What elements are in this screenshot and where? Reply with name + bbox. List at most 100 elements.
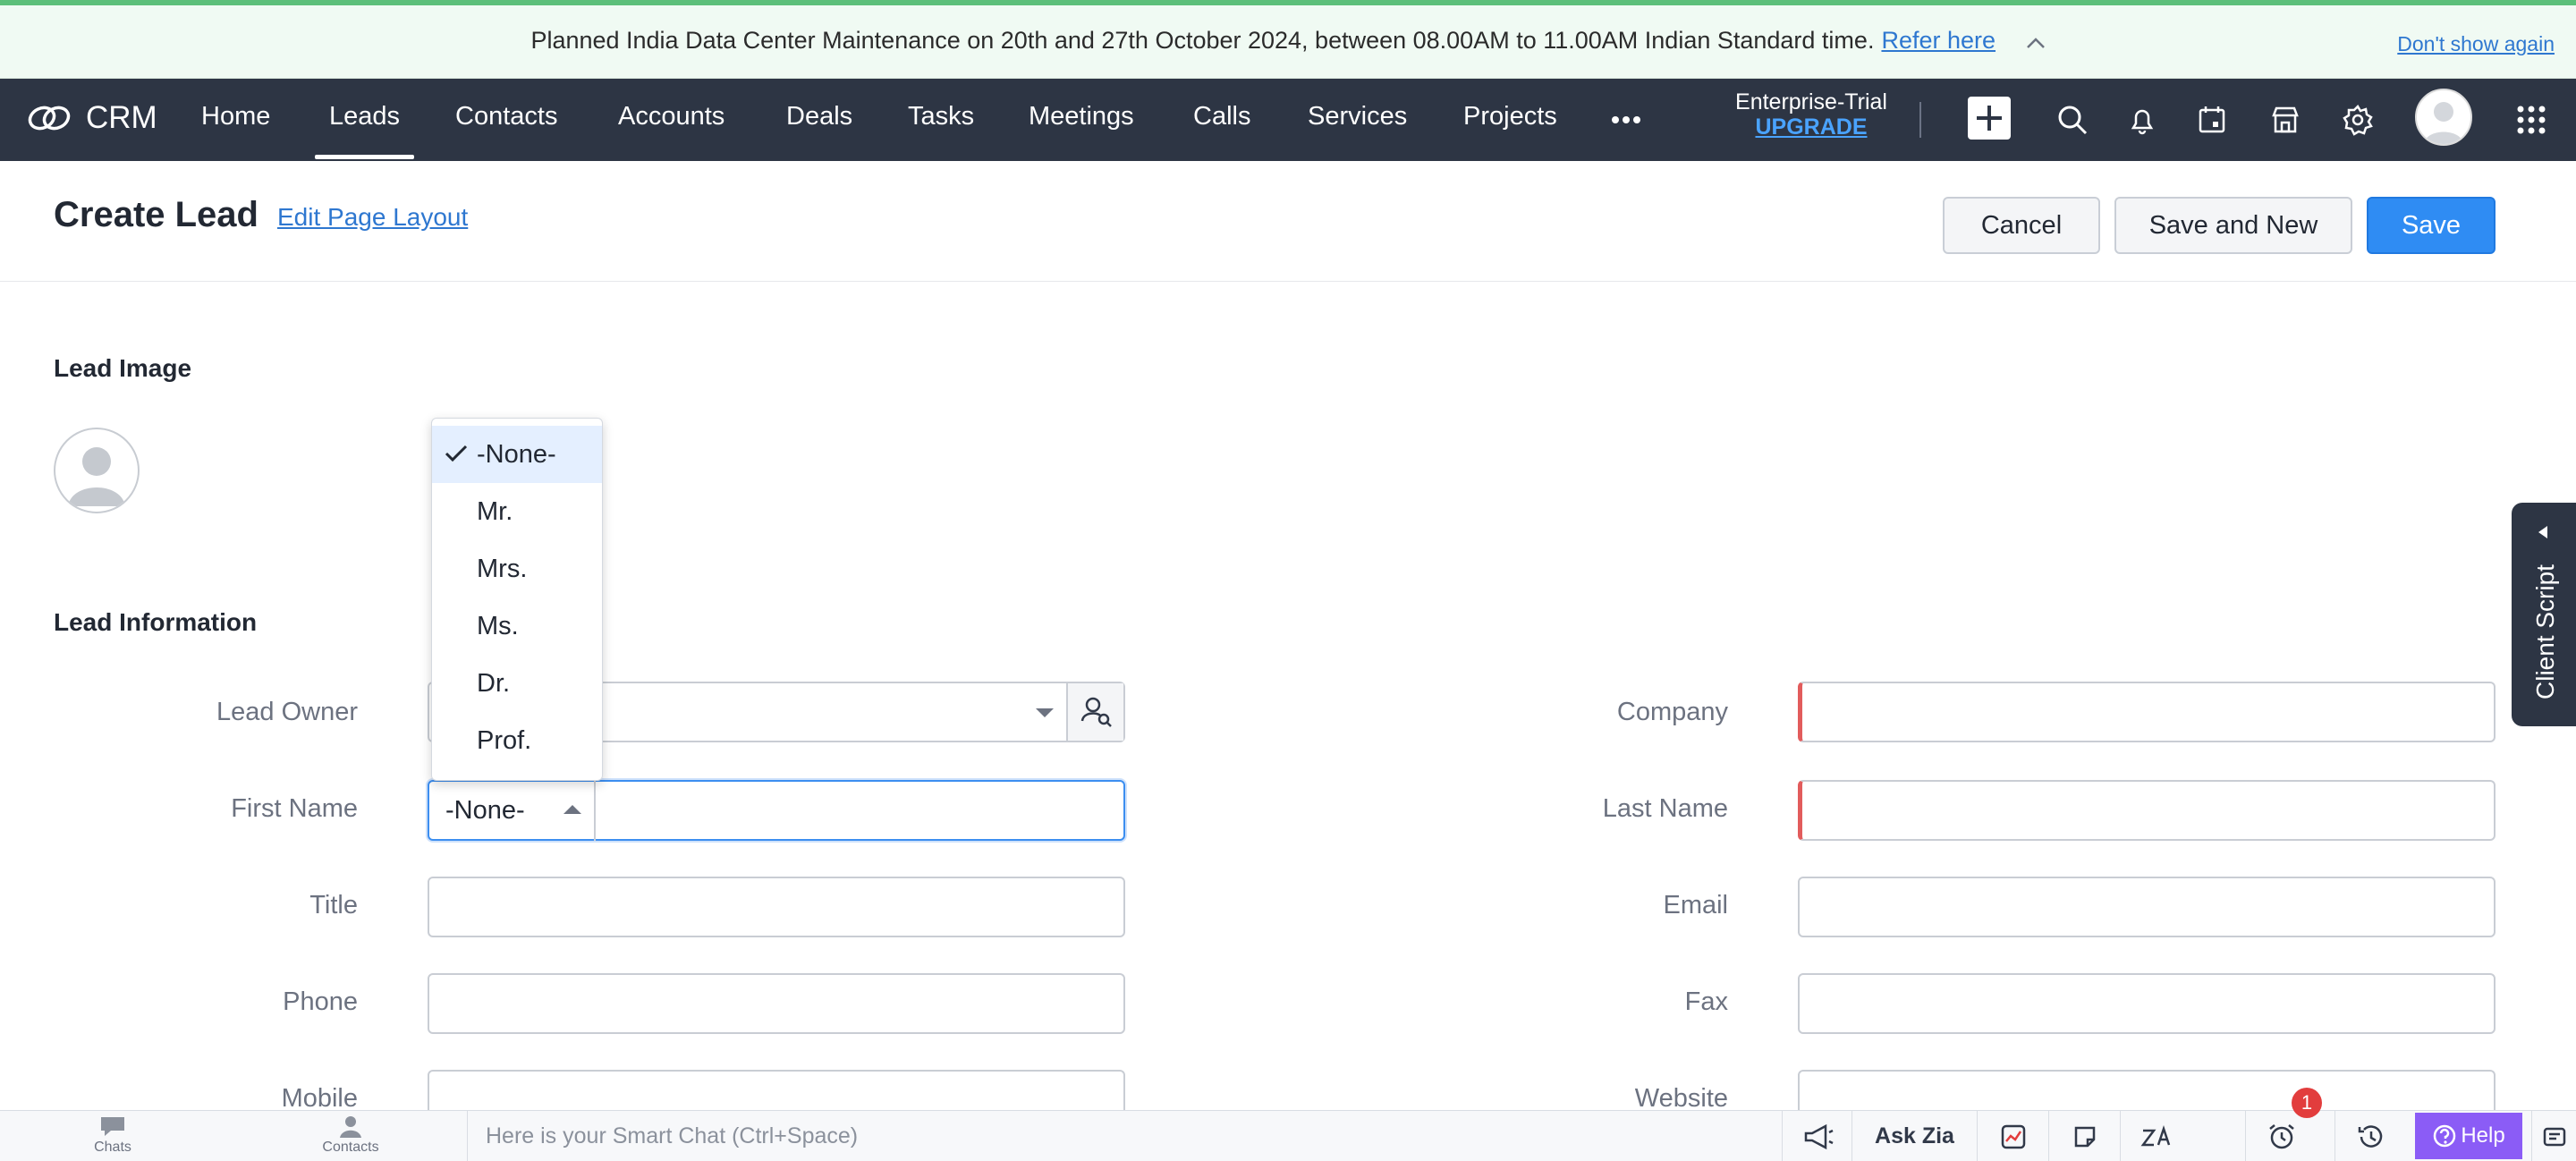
nav-meetings[interactable]: Meetings [1029, 102, 1134, 131]
title-input[interactable] [428, 877, 1125, 937]
chats-label: Chats [94, 1140, 131, 1155]
phone-label: Phone [283, 987, 358, 1016]
nav-home[interactable]: Home [201, 102, 270, 131]
banner-message-row: Planned India Data Center Maintenance on… [0, 27, 2576, 55]
history-icon [2358, 1124, 2382, 1148]
client-script-tab[interactable]: Client Script [2512, 503, 2576, 726]
nav-tasks[interactable]: Tasks [908, 102, 974, 131]
contacts-button[interactable]: Contacts [306, 1114, 395, 1156]
zia-icon [2140, 1124, 2170, 1146]
user-avatar-icon [2424, 102, 2463, 144]
lead-owner-label: Lead Owner [216, 698, 358, 726]
zia-button[interactable] [2120, 1111, 2191, 1161]
first-name-label: First Name [231, 794, 358, 823]
upgrade-link[interactable]: UPGRADE [1731, 114, 1892, 140]
salutation-option[interactable]: Mr. [432, 483, 602, 540]
refer-here-link[interactable]: Refer here [1881, 27, 1996, 54]
contacts-label: Contacts [322, 1140, 379, 1155]
salutation-value: -None- [445, 796, 525, 825]
ask-zia-button[interactable]: Ask Zia [1852, 1111, 1977, 1161]
caret-up-icon [564, 805, 581, 814]
contacts-icon [340, 1116, 361, 1138]
salutation-option-label: Mrs. [477, 555, 528, 583]
salutation-option-label: Prof. [477, 726, 532, 755]
salutation-option-label: Dr. [477, 669, 511, 698]
calendar-icon[interactable] [2194, 102, 2230, 138]
user-avatar[interactable] [2415, 89, 2472, 146]
user-lookup-button[interactable] [1066, 683, 1123, 741]
chats-button[interactable]: Chats [68, 1114, 157, 1156]
bell-icon[interactable] [2124, 102, 2160, 138]
reminders-button[interactable] [2245, 1111, 2317, 1161]
caret-down-icon [1036, 708, 1054, 717]
fax-label: Fax [1684, 987, 1728, 1016]
apps-grid-icon[interactable] [2513, 102, 2549, 138]
chevron-up-icon[interactable] [2026, 28, 2046, 55]
header-divider [0, 281, 2576, 282]
help-button[interactable]: Help [2415, 1113, 2522, 1159]
activity-button[interactable] [1977, 1111, 2048, 1161]
company-label: Company [1616, 698, 1728, 726]
question-circle-icon [2434, 1124, 2456, 1148]
salutation-select[interactable]: -None- [428, 780, 596, 841]
save-button[interactable]: Save [2367, 197, 2496, 254]
feedback-button[interactable] [2531, 1111, 2576, 1161]
salutation-option[interactable]: Dr. [432, 655, 602, 712]
salutation-option[interactable]: Ms. [432, 597, 602, 655]
search-icon[interactable] [2055, 102, 2090, 138]
create-new-button[interactable] [1968, 97, 2011, 140]
person-placeholder-icon [68, 447, 125, 506]
nav-leads[interactable]: Leads [314, 102, 415, 159]
marketplace-icon[interactable] [2267, 102, 2303, 138]
lead-image-upload[interactable] [54, 428, 140, 513]
alarm-clock-icon [2268, 1123, 2294, 1148]
salutation-option[interactable]: Prof. [432, 712, 602, 769]
fax-input[interactable] [1798, 973, 2496, 1034]
trial-label: Enterprise-Trial [1735, 89, 1887, 114]
salutation-option-label: Mr. [477, 497, 513, 526]
cancel-button[interactable]: Cancel [1943, 197, 2100, 254]
caret-left-icon [2538, 526, 2547, 538]
announcement-button[interactable] [1782, 1111, 1853, 1161]
nav-contacts[interactable]: Contacts [455, 102, 557, 131]
activity-chart-icon [2001, 1124, 2025, 1148]
title-label: Title [309, 891, 358, 919]
crm-logo-icon [28, 106, 71, 131]
user-search-icon [1080, 697, 1112, 727]
nav-accounts[interactable]: Accounts [618, 102, 724, 131]
save-and-new-button[interactable]: Save and New [2114, 197, 2352, 254]
nav-projects[interactable]: Projects [1463, 102, 1557, 131]
notification-badge: 1 [2292, 1088, 2322, 1118]
checkmark-icon [445, 445, 468, 462]
recent-items-button[interactable] [2334, 1111, 2406, 1161]
crm-logo[interactable]: CRM [27, 100, 157, 136]
notes-button[interactable] [2048, 1111, 2120, 1161]
company-input[interactable] [1798, 682, 2496, 742]
nav-deals[interactable]: Deals [786, 102, 852, 131]
bottom-bar: Chats Contacts Here is your Smart Chat (… [0, 1110, 2576, 1161]
salutation-dropdown: -None- Mr. Mrs. Ms. Dr. Prof. [431, 418, 603, 781]
banner-message: Planned India Data Center Maintenance on… [530, 27, 1875, 54]
page-title: Create Lead [54, 195, 258, 234]
dont-show-again-link[interactable]: Don't show again [2397, 32, 2555, 56]
last-name-input[interactable] [1798, 780, 2496, 841]
phone-input[interactable] [428, 973, 1125, 1034]
nav-services[interactable]: Services [1308, 102, 1407, 131]
client-script-label: Client Script [2531, 564, 2559, 699]
salutation-option[interactable]: Mrs. [432, 540, 602, 597]
salutation-option[interactable]: -None- [432, 426, 602, 483]
smart-chat-input[interactable]: Here is your Smart Chat (Ctrl+Space) [467, 1111, 1782, 1161]
email-input[interactable] [1798, 877, 2496, 937]
last-name-label: Last Name [1602, 794, 1728, 823]
top-navigation: CRM Home Leads Contacts Accounts Deals T… [0, 79, 2576, 161]
gear-icon[interactable] [2340, 102, 2376, 138]
more-icon[interactable] [1608, 102, 1644, 138]
salutation-option-label: Ms. [477, 612, 519, 640]
email-label: Email [1663, 891, 1728, 919]
nav-calls[interactable]: Calls [1193, 102, 1250, 131]
edit-page-layout-link[interactable]: Edit Page Layout [277, 203, 468, 232]
section-title-lead-image: Lead Image [54, 354, 192, 382]
help-label: Help [2461, 1123, 2505, 1148]
section-title-lead-information: Lead Information [54, 608, 258, 636]
chat-bubble-icon [101, 1117, 124, 1136]
